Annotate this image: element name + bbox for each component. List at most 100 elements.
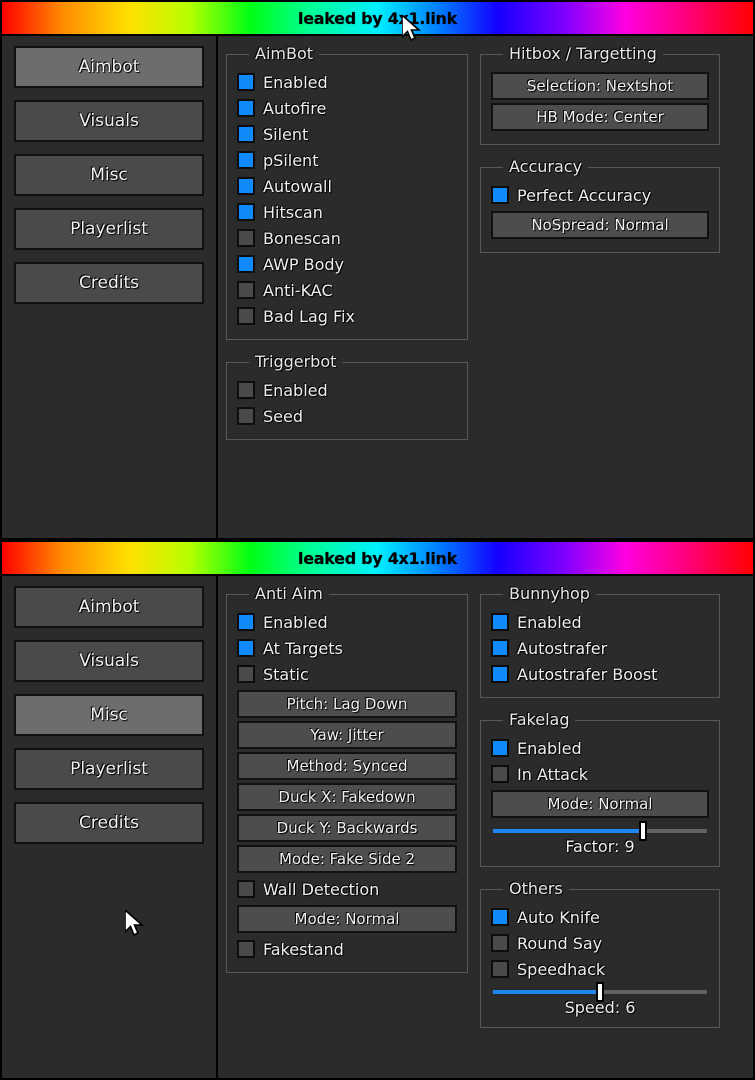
checkbox-icon	[237, 203, 255, 221]
checkbox-label: Hitscan	[263, 203, 323, 222]
content-column-left-bottom: Anti Aim Enabled At Targets Static	[226, 584, 468, 1078]
checkbox-autostrafer-boost[interactable]: Autostrafer Boost	[491, 661, 709, 687]
checkbox-antiaim-at-targets[interactable]: At Targets	[237, 635, 457, 661]
sidebar-item-aimbot[interactable]: Aimbot	[14, 46, 204, 88]
checkbox-label: Wall Detection	[263, 880, 379, 899]
group-accuracy: Accuracy Perfect Accuracy NoSpread: Norm…	[480, 167, 720, 253]
option-duck-y[interactable]: Duck Y: Backwards	[237, 814, 457, 842]
checkbox-icon	[237, 639, 255, 657]
slider-fakelag-label: Factor: 9	[493, 837, 707, 856]
checkbox-label: Bad Lag Fix	[263, 307, 355, 326]
checkbox-label: At Targets	[263, 639, 343, 658]
checkbox-aimbot-psilent[interactable]: pSilent	[237, 147, 457, 173]
option-duck-x[interactable]: Duck X: Fakedown	[237, 783, 457, 811]
group-aimbot-legend: AimBot	[249, 44, 319, 63]
checkbox-icon	[237, 407, 255, 425]
slider-knob[interactable]	[639, 821, 647, 841]
checkbox-wall-detection[interactable]: Wall Detection	[237, 876, 457, 902]
window-title: leaked by 4x1.link	[298, 549, 457, 568]
group-fakelag: Fakelag Enabled In Attack Mode: Normal	[480, 720, 720, 867]
checkbox-triggerbot-seed[interactable]: Seed	[237, 403, 457, 429]
checkbox-label: Silent	[263, 125, 308, 144]
checkbox-icon	[237, 99, 255, 117]
checkbox-speedhack[interactable]: Speedhack	[491, 956, 709, 982]
checkbox-aimbot-silent[interactable]: Silent	[237, 121, 457, 147]
sidebar-item-playerlist[interactable]: Playerlist	[14, 748, 204, 790]
checkbox-label: Enabled	[517, 739, 582, 758]
checkbox-autostrafer[interactable]: Autostrafer	[491, 635, 709, 661]
checkbox-icon	[491, 934, 509, 952]
option-fake-mode[interactable]: Mode: Fake Side 2	[237, 845, 457, 873]
checkbox-icon	[237, 940, 255, 958]
checkbox-label: In Attack	[517, 765, 588, 784]
option-nospread[interactable]: NoSpread: Normal	[491, 211, 709, 239]
checkbox-fakestand[interactable]: Fakestand	[237, 936, 457, 962]
checkbox-perfect-accuracy[interactable]: Perfect Accuracy	[491, 182, 709, 208]
checkbox-aimbot-bad-lag-fix[interactable]: Bad Lag Fix	[237, 303, 457, 329]
option-hb-mode[interactable]: HB Mode: Center	[491, 103, 709, 131]
option-method[interactable]: Method: Synced	[237, 752, 457, 780]
checkbox-icon	[491, 908, 509, 926]
option-yaw[interactable]: Yaw: Jitter	[237, 721, 457, 749]
content-column-right-top: Hitbox / Targetting Selection: Nextshot …	[480, 44, 720, 538]
checkbox-antiaim-enabled[interactable]: Enabled	[237, 609, 457, 635]
checkbox-aimbot-autofire[interactable]: Autofire	[237, 95, 457, 121]
checkbox-label: Bonescan	[263, 229, 341, 248]
slider-track	[493, 990, 707, 994]
sidebar-bottom: Aimbot Visuals Misc Playerlist Credits	[2, 576, 218, 1078]
checkbox-aimbot-hitscan[interactable]: Hitscan	[237, 199, 457, 225]
checkbox-icon	[237, 307, 255, 325]
option-selection[interactable]: Selection: Nextshot	[491, 72, 709, 100]
checkbox-fakelag-enabled[interactable]: Enabled	[491, 735, 709, 761]
checkbox-aimbot-awp-body[interactable]: AWP Body	[237, 251, 457, 277]
checkbox-aimbot-bonescan[interactable]: Bonescan	[237, 225, 457, 251]
checkbox-icon	[237, 613, 255, 631]
checkbox-label: Enabled	[263, 73, 328, 92]
checkbox-icon	[237, 665, 255, 683]
checkbox-fakelag-in-attack[interactable]: In Attack	[491, 761, 709, 787]
sidebar-item-credits[interactable]: Credits	[14, 262, 204, 304]
option-pitch[interactable]: Pitch: Lag Down	[237, 690, 457, 718]
checkbox-label: pSilent	[263, 151, 318, 170]
group-triggerbot: Triggerbot Enabled Seed	[226, 362, 468, 440]
group-anti-aim-legend: Anti Aim	[249, 584, 329, 603]
sidebar-item-misc[interactable]: Misc	[14, 694, 204, 736]
title-bar-top: leaked by 4x1.link	[2, 2, 753, 36]
checkbox-label: Enabled	[263, 381, 328, 400]
checkbox-aimbot-enabled[interactable]: Enabled	[237, 69, 457, 95]
option-fakelag-mode[interactable]: Mode: Normal	[491, 790, 709, 818]
checkbox-bunnyhop-enabled[interactable]: Enabled	[491, 609, 709, 635]
content-column-right-bottom: Bunnyhop Enabled Autostrafer Autostrafer…	[480, 584, 720, 1078]
sidebar-item-playerlist[interactable]: Playerlist	[14, 208, 204, 250]
checkbox-icon	[237, 73, 255, 91]
sidebar-top: Aimbot Visuals Misc Playerlist Credits	[2, 36, 218, 538]
checkbox-auto-knife[interactable]: Auto Knife	[491, 904, 709, 930]
checkbox-aimbot-autowall[interactable]: Autowall	[237, 173, 457, 199]
content-column-left-top: AimBot Enabled Autofire Silent	[226, 44, 468, 538]
checkbox-aimbot-anti-kac[interactable]: Anti-KAC	[237, 277, 457, 303]
checkbox-label: Autofire	[263, 99, 326, 118]
checkbox-icon	[491, 186, 509, 204]
sidebar-item-misc[interactable]: Misc	[14, 154, 204, 196]
checkbox-icon	[237, 125, 255, 143]
sidebar-item-credits[interactable]: Credits	[14, 802, 204, 844]
group-others: Others Auto Knife Round Say Speedhack	[480, 889, 720, 1028]
checkbox-antiaim-static[interactable]: Static	[237, 661, 457, 687]
slider-speed[interactable]: Speed: 6	[491, 982, 709, 1017]
group-fakelag-legend: Fakelag	[503, 710, 575, 729]
group-triggerbot-legend: Triggerbot	[249, 352, 342, 371]
option-wall-mode[interactable]: Mode: Normal	[237, 905, 457, 933]
slider-fakelag-factor[interactable]: Factor: 9	[491, 821, 709, 856]
checkbox-icon	[491, 665, 509, 683]
checkbox-icon	[491, 639, 509, 657]
sidebar-item-visuals[interactable]: Visuals	[14, 100, 204, 142]
checkbox-round-say[interactable]: Round Say	[491, 930, 709, 956]
checkbox-label: Autostrafer Boost	[517, 665, 657, 684]
slider-track	[493, 829, 707, 833]
sidebar-item-visuals[interactable]: Visuals	[14, 640, 204, 682]
slider-knob[interactable]	[596, 982, 604, 1002]
slider-fill	[493, 990, 600, 994]
checkbox-triggerbot-enabled[interactable]: Enabled	[237, 377, 457, 403]
sidebar-item-aimbot[interactable]: Aimbot	[14, 586, 204, 628]
window-body-bottom: Aimbot Visuals Misc Playerlist Credits A…	[2, 576, 753, 1078]
